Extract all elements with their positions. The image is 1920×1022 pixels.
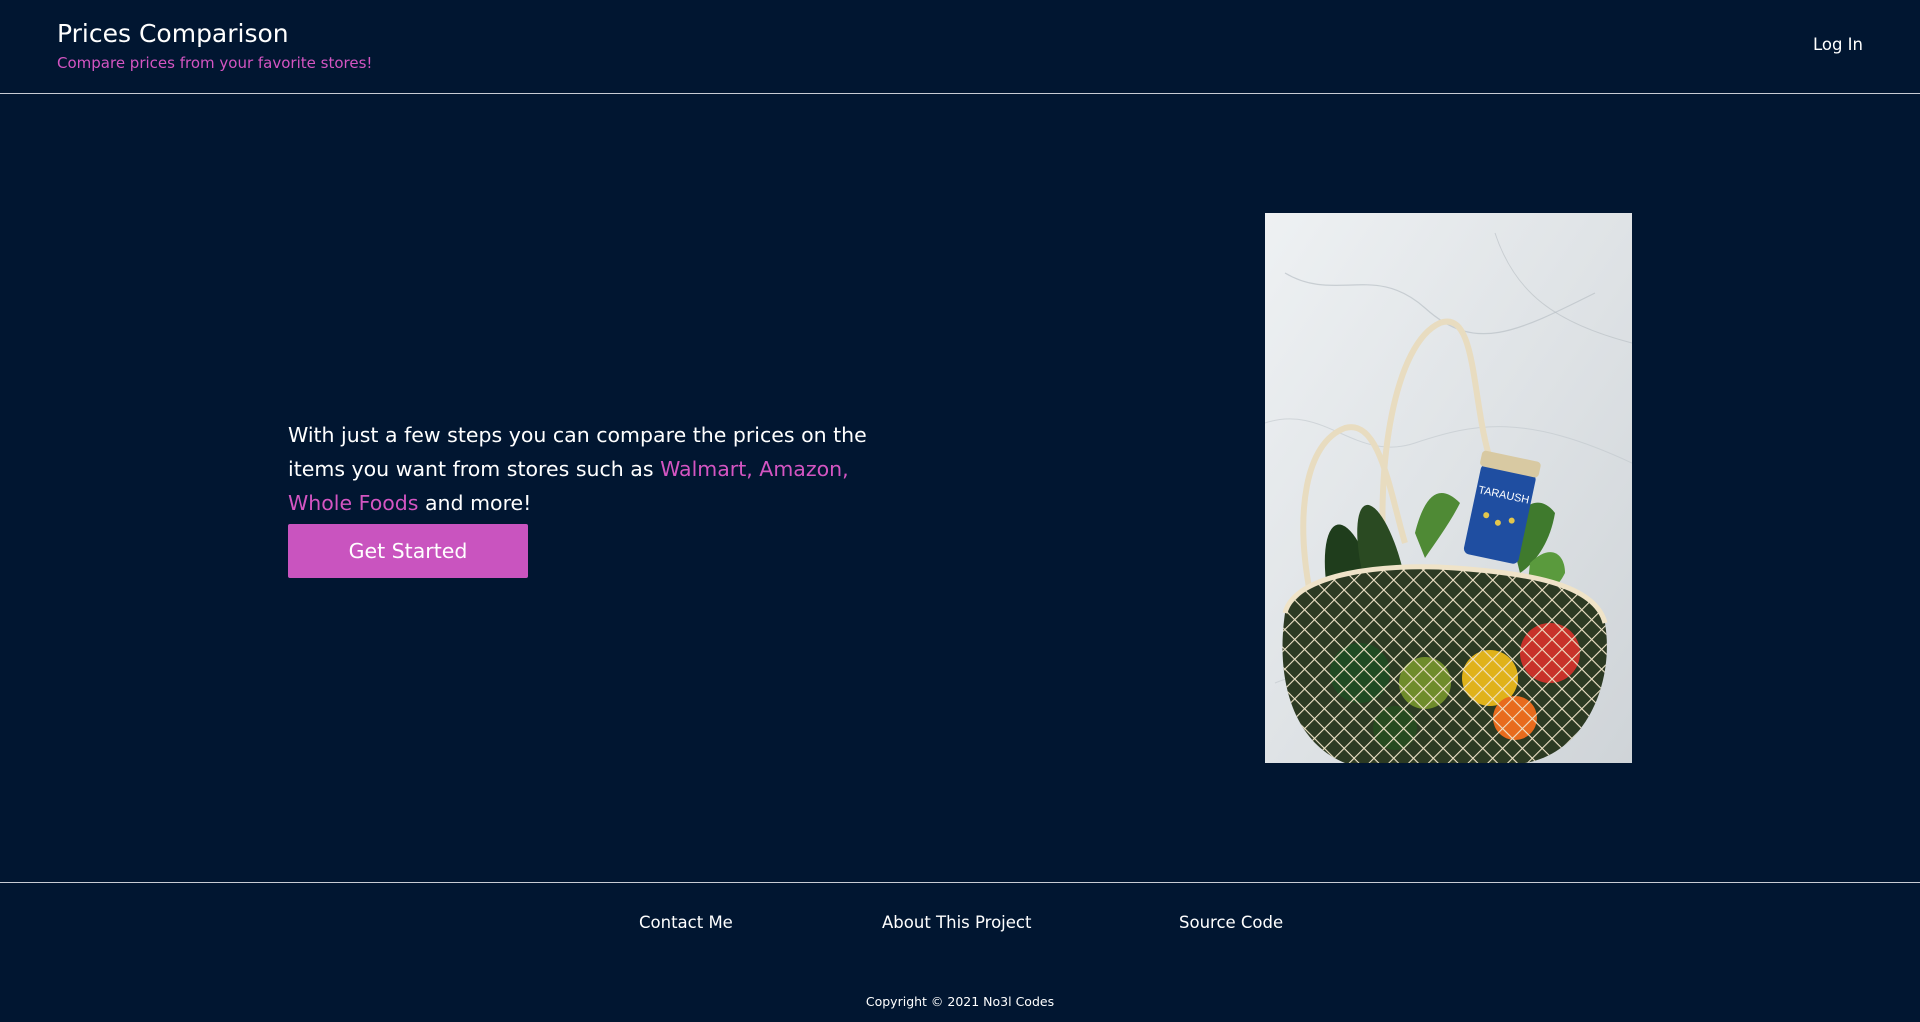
site-title[interactable]: Prices Comparison	[57, 18, 289, 50]
source-code-link[interactable]: Source Code	[1179, 912, 1283, 934]
contact-link[interactable]: Contact Me	[639, 912, 733, 934]
grocery-bag-illustration: TARAUSH	[1265, 213, 1632, 763]
site-subtitle: Compare prices from your favorite stores…	[57, 54, 373, 72]
copyright-text: Copyright © 2021 No3l Codes	[865, 994, 1055, 1009]
get-started-button[interactable]: Get Started	[288, 524, 528, 578]
site-footer: Contact Me About This Project Source Cod…	[0, 882, 1920, 1022]
about-project-link[interactable]: About This Project	[882, 912, 1031, 934]
hero-description: With just a few steps you can compare th…	[288, 418, 878, 520]
mesh-net	[1282, 566, 1607, 763]
grocery-bag-image: TARAUSH	[1265, 213, 1632, 763]
site-header: Prices Comparison Compare prices from yo…	[0, 0, 1920, 94]
login-link[interactable]: Log In	[1813, 34, 1863, 56]
hero-text-after: and more!	[418, 490, 532, 515]
